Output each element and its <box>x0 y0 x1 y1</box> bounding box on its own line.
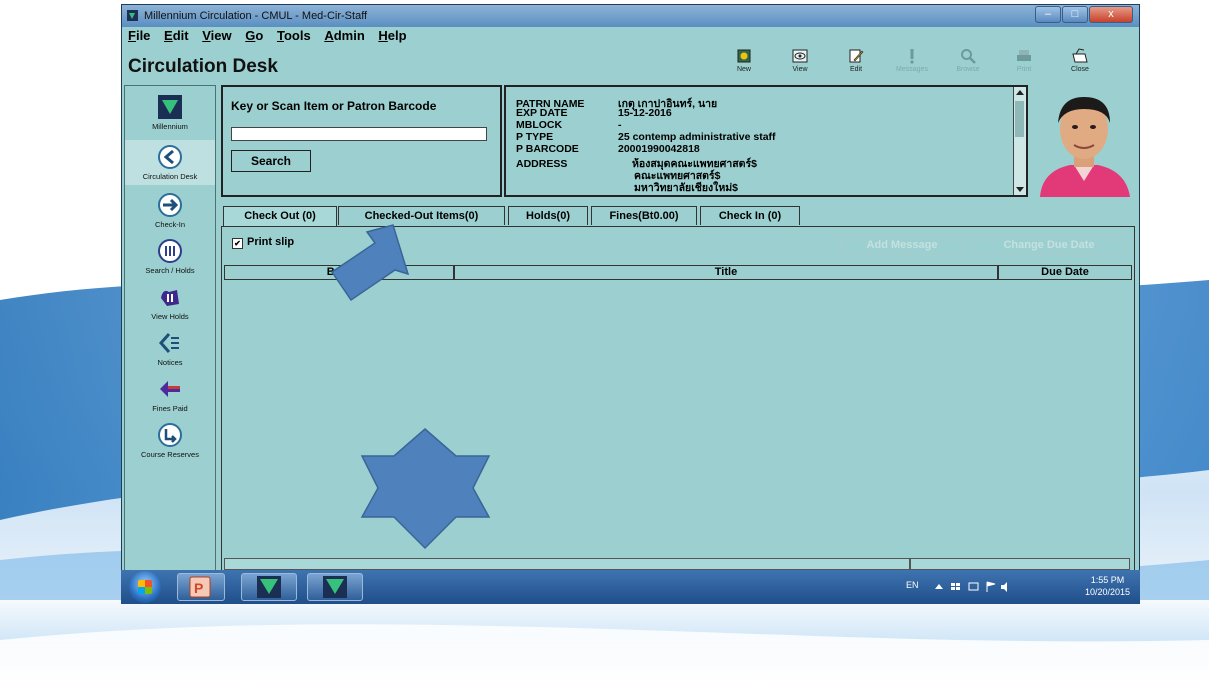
millennium-taskbar-button-2[interactable] <box>307 573 363 601</box>
view-icon <box>792 49 808 63</box>
toolbar: Circulation Desk New View Edit Messages … <box>122 44 1139 84</box>
sidebar-item-check-in[interactable]: Check-In <box>125 192 215 229</box>
column-header-title[interactable]: Title <box>454 265 998 280</box>
patron-barcode-row: P BARCODE 20001990042818 <box>516 143 700 155</box>
patron-scrollbar[interactable] <box>1013 87 1026 195</box>
new-button[interactable]: New <box>722 46 766 82</box>
edit-icon <box>849 49 864 63</box>
menu-tools[interactable]: Tools <box>277 27 311 44</box>
column-header-due-date[interactable]: Due Date <box>998 265 1132 280</box>
language-indicator[interactable]: EN <box>906 580 919 590</box>
powerpoint-icon: P <box>189 576 211 598</box>
maximize-button[interactable]: □ <box>1062 6 1088 23</box>
sidebar-item-circulation-desk[interactable]: Circulation Desk <box>125 140 215 185</box>
page-title: Circulation Desk <box>128 56 278 77</box>
patron-photo-image <box>1030 85 1138 197</box>
menu-bar: File Edit View Go Tools Admin Help <box>122 27 1139 44</box>
patron-info-panel: PATRN NAME เกตุ เกาปาอินทร์, นาย EXP DATE… <box>504 85 1028 197</box>
menu-admin[interactable]: Admin <box>324 27 364 44</box>
patron-type: 25 contemp administrative staff <box>618 131 776 143</box>
search-button[interactable]: Search <box>231 150 311 172</box>
windows-start-icon[interactable] <box>129 571 161 603</box>
course-reserves-icon <box>158 423 182 447</box>
window-title: Millennium Circulation - CMUL - Med-Cir-… <box>144 10 368 22</box>
close-button[interactable]: Close <box>1058 46 1102 82</box>
tab-check-out[interactable]: Check Out (0) <box>223 206 337 227</box>
menu-go[interactable]: Go <box>245 27 263 44</box>
barcode-input[interactable] <box>231 127 487 141</box>
address-line-3: มหาวิทยาลัยเชียงใหม่$ <box>634 182 738 194</box>
column-header-barcode[interactable]: Barc <box>224 265 454 280</box>
messages-button[interactable]: Messages <box>890 46 934 82</box>
view-holds-icon <box>161 290 179 306</box>
tab-checked-out-items[interactable]: Checked-Out Items(0) <box>338 206 505 225</box>
close-window-button[interactable]: x <box>1089 6 1133 23</box>
tab-fines[interactable]: Fines(Bt0.00) <box>591 206 697 225</box>
circulation-desk-icon <box>158 145 182 169</box>
menu-view[interactable]: View <box>202 27 231 44</box>
patron-photo <box>1030 85 1138 197</box>
notices-icon <box>158 333 179 353</box>
sidebar-item-search-holds[interactable]: Search / Holds <box>125 238 215 275</box>
system-tray-icons[interactable] <box>933 580 1013 594</box>
change-due-date-button[interactable]: Change Due Date <box>972 234 1126 256</box>
mblock: - <box>618 119 622 131</box>
tab-check-in[interactable]: Check In (0) <box>700 206 800 225</box>
sidebar-item-course-reserves[interactable]: Course Reserves <box>125 422 215 459</box>
sidebar-item-millennium[interactable]: Millennium <box>125 94 215 131</box>
new-icon <box>737 49 751 63</box>
minimize-button[interactable]: – <box>1035 6 1061 23</box>
exp-date: 15-12-2016 <box>618 107 672 119</box>
patron-type-row: P TYPE 25 contemp administrative staff <box>516 131 776 143</box>
application-window: Millennium Circulation - CMUL - Med-Cir-… <box>121 4 1140 604</box>
menu-help[interactable]: Help <box>378 27 406 44</box>
scan-label: Key or Scan Item or Patron Barcode <box>231 99 437 113</box>
print-slip-option[interactable]: ✔ Print slip <box>232 236 294 249</box>
title-bar[interactable]: Millennium Circulation - CMUL - Med-Cir-… <box>122 5 1139 27</box>
messages-icon <box>910 49 914 64</box>
check-in-icon <box>158 193 182 217</box>
fines-paid-icon <box>160 381 180 397</box>
print-slip-label: Print slip <box>247 236 295 248</box>
sidebar-item-fines-paid[interactable]: Fines Paid <box>125 376 215 413</box>
browse-icon <box>961 49 976 64</box>
patron-barcode: 20001990042818 <box>618 143 700 155</box>
add-message-button[interactable]: Add Message <box>840 234 964 256</box>
clock-time: 1:55 PM <box>1090 575 1125 585</box>
barcode-scan-panel: Key or Scan Item or Patron Barcode Searc… <box>221 85 502 197</box>
print-icon <box>1017 50 1031 61</box>
navigation-sidebar: Millennium Circulation Desk Check-In Sea… <box>124 85 216 571</box>
close-icon <box>1072 48 1088 63</box>
millennium-app-icon <box>323 576 347 598</box>
millennium-app-icon <box>257 576 281 598</box>
edit-button[interactable]: Edit <box>834 46 878 82</box>
millennium-taskbar-button-1[interactable] <box>241 573 297 601</box>
millennium-app-icon <box>127 10 138 21</box>
menu-edit[interactable]: Edit <box>164 27 189 44</box>
exp-date-row: EXP DATE 15-12-2016 <box>516 107 672 119</box>
print-button[interactable]: Print <box>1002 46 1046 82</box>
tab-holds[interactable]: Holds(0) <box>508 206 588 225</box>
mblock-row: MBLOCK - <box>516 119 622 131</box>
svg-text:P: P <box>194 580 203 596</box>
search-holds-icon <box>158 239 182 263</box>
windows-taskbar: P EN 1:55 PM 10/20/2015 <box>121 570 1140 604</box>
browse-button[interactable]: Browse <box>946 46 990 82</box>
powerpoint-taskbar-button[interactable]: P <box>177 573 225 601</box>
system-clock[interactable]: 1:55 PM 10/20/2015 <box>1085 574 1130 598</box>
checkout-content: ✔ Print slip Add Message Change Due Date … <box>221 226 1135 572</box>
millennium-logo-icon <box>158 95 182 119</box>
print-slip-checkbox[interactable]: ✔ <box>232 238 243 249</box>
sidebar-item-notices[interactable]: Notices <box>125 330 215 367</box>
sidebar-item-view-holds[interactable]: View Holds <box>125 284 215 321</box>
clock-date: 10/20/2015 <box>1084 587 1130 597</box>
menu-file[interactable]: File <box>128 27 150 44</box>
view-button[interactable]: View <box>778 46 822 82</box>
horizontal-scrollbar[interactable] <box>224 558 1130 570</box>
